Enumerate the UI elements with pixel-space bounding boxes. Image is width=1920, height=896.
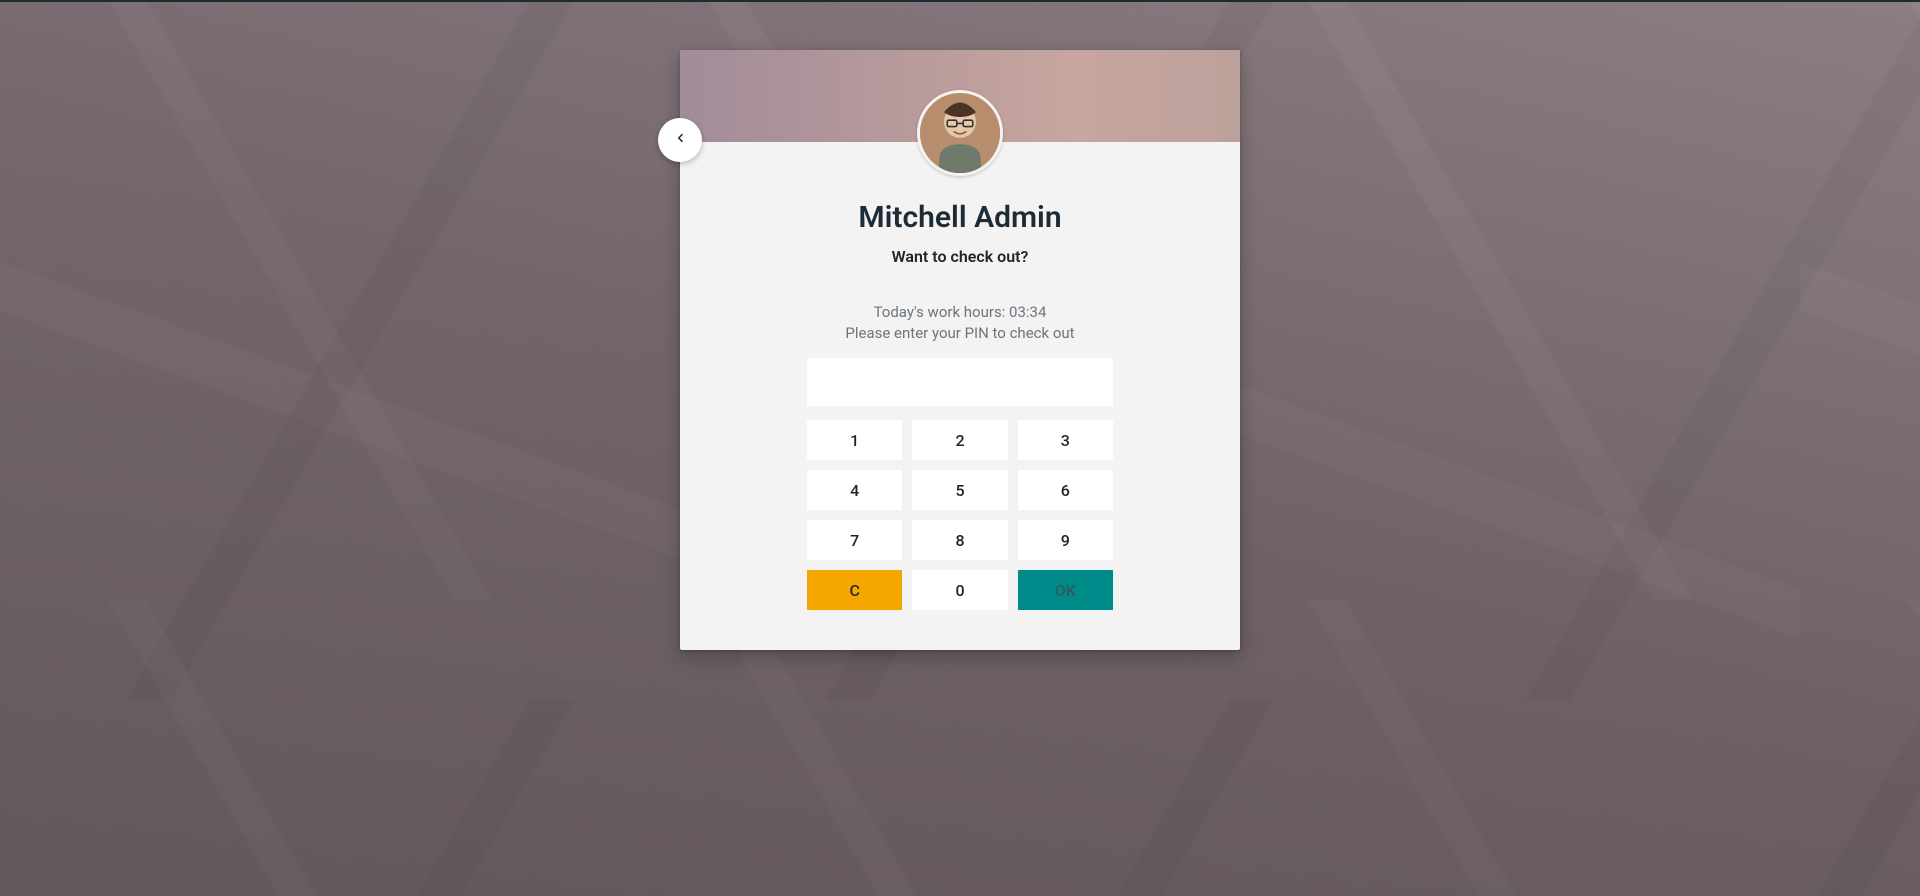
key-2[interactable]: 2: [912, 420, 1007, 460]
checkout-subtitle: Want to check out?: [680, 247, 1240, 266]
pin-instruction-line: Please enter your PIN to check out: [680, 323, 1240, 344]
user-name: Mitchell Admin: [680, 200, 1240, 235]
key-8[interactable]: 8: [912, 520, 1007, 560]
kiosk-card: Mitchell Admin Want to check out? Today'…: [680, 50, 1240, 650]
checkout-meta: Today's work hours: 03:34 Please enter y…: [680, 302, 1240, 344]
key-3[interactable]: 3: [1018, 420, 1113, 460]
key-ok[interactable]: OK: [1018, 570, 1113, 610]
key-clear[interactable]: C: [807, 570, 902, 610]
pin-display: [807, 358, 1113, 406]
key-7[interactable]: 7: [807, 520, 902, 560]
key-1[interactable]: 1: [807, 420, 902, 460]
avatar-image: [920, 93, 1000, 173]
key-4[interactable]: 4: [807, 470, 902, 510]
kiosk-card-wrap: Mitchell Admin Want to check out? Today'…: [680, 50, 1240, 650]
key-0[interactable]: 0: [912, 570, 1007, 610]
top-bar: [0, 0, 1920, 2]
avatar: [917, 90, 1003, 176]
keypad: 1 2 3 4 5 6 7 8 9 C 0 OK: [807, 420, 1113, 610]
back-button[interactable]: [658, 118, 702, 162]
work-hours-line: Today's work hours: 03:34: [680, 302, 1240, 323]
key-5[interactable]: 5: [912, 470, 1007, 510]
key-6[interactable]: 6: [1018, 470, 1113, 510]
key-9[interactable]: 9: [1018, 520, 1113, 560]
chevron-left-icon: [673, 127, 687, 153]
